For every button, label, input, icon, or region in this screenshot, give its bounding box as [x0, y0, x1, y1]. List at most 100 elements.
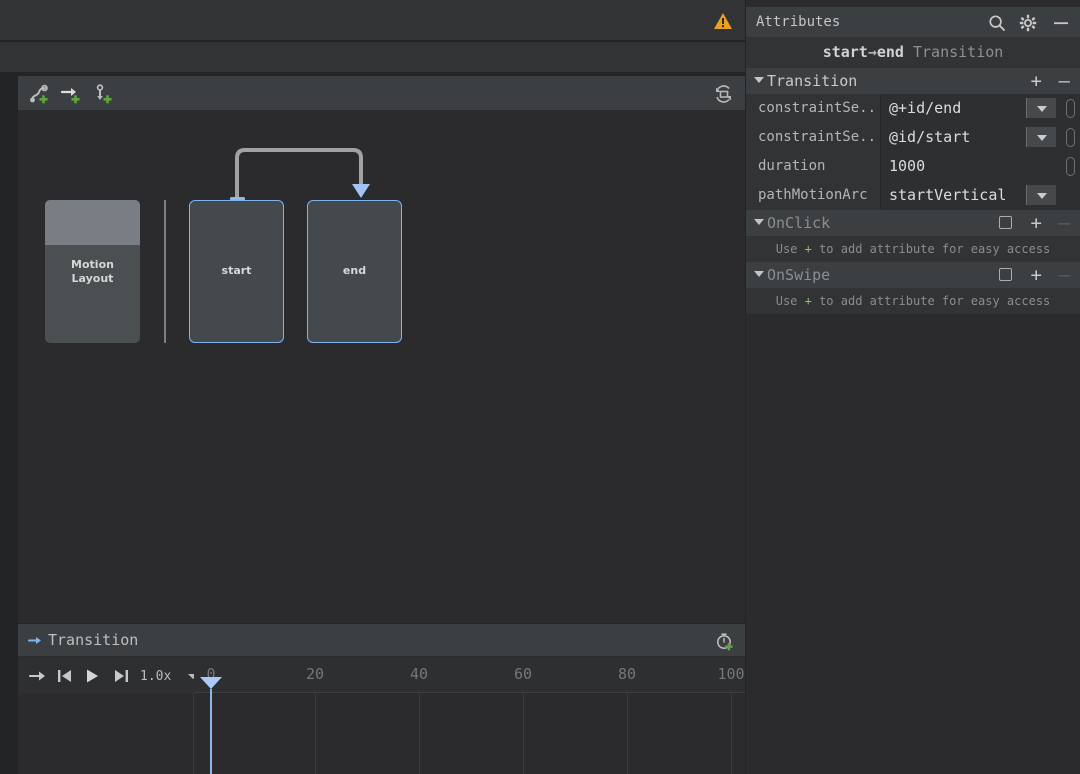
section-header-onclick[interactable]: OnClick + —: [746, 210, 1080, 236]
section-hint: Use + to add attribute for easy access: [746, 236, 1080, 262]
hint-post: to add attribute for easy access: [811, 242, 1051, 256]
jump-to-end-icon[interactable]: [28, 666, 48, 686]
value-indicator-pill[interactable]: [1066, 157, 1075, 176]
timeline-title: Transition: [48, 631, 139, 649]
section-header-onswipe[interactable]: OnSwipe + —: [746, 262, 1080, 288]
remove-attribute-button[interactable]: —: [1059, 70, 1070, 92]
attribute-value: 1000: [889, 157, 926, 175]
attribute-key: pathMotionArc: [758, 187, 868, 203]
attribute-value-cell[interactable]: 1000: [880, 152, 1080, 181]
section-title: OnSwipe: [767, 266, 831, 284]
motion-layout-thumbnail[interactable]: Motion Layout: [45, 200, 140, 343]
section-hint: Use + to add attribute for easy access: [746, 288, 1080, 314]
subtitle-from: start: [822, 43, 868, 61]
section-title: Transition: [767, 72, 858, 90]
add-attribute-button[interactable]: +: [1031, 70, 1042, 92]
subtitle-to: end: [876, 43, 904, 61]
hint-plus-icon: +: [804, 294, 812, 308]
value-indicator-pill[interactable]: [1066, 128, 1075, 147]
attribute-value: @+id/end: [889, 99, 962, 117]
skip-to-end-icon[interactable]: [112, 666, 130, 686]
timeline-track[interactable]: [194, 693, 745, 774]
minimize-icon[interactable]: [1052, 14, 1070, 32]
hint-pre: Use: [775, 242, 805, 256]
playback-speed-label[interactable]: 1.0x: [140, 669, 171, 684]
attribute-row[interactable]: pathMotionArc startVertical: [746, 181, 1080, 210]
ruler-tick-label: 60: [513, 665, 533, 683]
attribute-key: constraintSe...: [758, 129, 876, 145]
timeline-ruler[interactable]: 0 20 40 60 80 100: [194, 657, 745, 693]
stopwatch-plus-icon[interactable]: [715, 631, 735, 651]
add-attribute-button[interactable]: +: [1031, 212, 1042, 234]
attribute-row[interactable]: duration 1000: [746, 152, 1080, 181]
attribute-key: duration: [758, 158, 826, 174]
dropdown-button[interactable]: [1026, 98, 1056, 118]
timeline-gridline: [627, 693, 628, 774]
ruler-tick-label: 40: [409, 665, 429, 683]
hint-pre: Use: [775, 294, 805, 308]
play-icon[interactable]: [82, 666, 102, 686]
value-indicator-pill[interactable]: [1066, 99, 1075, 118]
editor-second-strip: ?: [0, 42, 745, 108]
canvas-divider: [164, 200, 166, 343]
attribute-value: @id/start: [889, 128, 971, 146]
motion-layout-label: Motion Layout: [71, 258, 114, 285]
thumbnail-top-band: [45, 200, 140, 245]
attribute-value-cell[interactable]: @+id/end: [880, 94, 1080, 123]
collapse-caret-icon[interactable]: [754, 77, 764, 83]
add-constraintset-icon[interactable]: [92, 83, 114, 105]
warning-triangle-icon[interactable]: [713, 12, 733, 30]
ruler-tick-label: 20: [305, 665, 325, 683]
sync-refresh-icon[interactable]: [713, 83, 735, 105]
state-label: end: [342, 263, 367, 277]
hint-plus-icon: +: [804, 242, 812, 256]
subtitle-kind: Transition: [913, 43, 1004, 61]
attribute-row[interactable]: constraintSe... @+id/end: [746, 94, 1080, 123]
section-checkbox[interactable]: [999, 268, 1012, 281]
state-box-end[interactable]: end: [307, 200, 402, 343]
add-transition-icon[interactable]: [60, 83, 82, 105]
attribute-key: constraintSe...: [758, 100, 876, 116]
playhead-line: [210, 689, 212, 774]
attributes-panel: Attributes start→end Transition Transiti…: [746, 0, 1080, 774]
add-keyframe-icon[interactable]: [28, 83, 50, 105]
collapse-caret-icon[interactable]: [754, 219, 764, 225]
attribute-row[interactable]: constraintSe... @id/start: [746, 123, 1080, 152]
hint-post: to add attribute for easy access: [811, 294, 1051, 308]
timeline-row-labels: [18, 693, 194, 774]
dropdown-button[interactable]: [1026, 127, 1056, 147]
editor-top-strip: [0, 0, 745, 41]
search-icon[interactable]: [988, 14, 1006, 32]
section-header-transition[interactable]: Transition + —: [746, 68, 1080, 94]
state-box-start[interactable]: start: [189, 200, 284, 343]
timeline-controls: 1.0x: [18, 657, 198, 695]
timeline-gridline: [731, 693, 732, 774]
transition-arrow-icon: [28, 633, 43, 648]
skip-to-start-icon[interactable]: [56, 666, 74, 686]
ruler-tick-label: 100: [717, 665, 745, 683]
collapse-caret-icon[interactable]: [754, 271, 764, 277]
gear-icon[interactable]: [1019, 14, 1037, 32]
dropdown-button[interactable]: [1026, 185, 1056, 205]
motion-editor-window: ?: [0, 0, 1080, 774]
editor-area: ?: [0, 0, 745, 774]
section-title: OnClick: [767, 214, 831, 232]
timeline-gridline: [523, 693, 524, 774]
attributes-panel-header: Attributes: [746, 6, 1080, 37]
playhead-handle[interactable]: [200, 677, 222, 689]
add-attribute-button[interactable]: +: [1031, 264, 1042, 286]
section-checkbox[interactable]: [999, 216, 1012, 229]
design-canvas[interactable]: Motion Layout start end: [18, 110, 745, 623]
attribute-value: startVertical: [889, 186, 1007, 204]
panel-title: Attributes: [756, 14, 841, 30]
timeline-gridline: [315, 693, 316, 774]
subtitle-arrow-icon: →: [867, 43, 877, 61]
ruler-tick-label: 80: [617, 665, 637, 683]
attribute-value-cell[interactable]: startVertical: [880, 181, 1080, 210]
remove-attribute-button: —: [1058, 264, 1070, 286]
motion-toolbar: [18, 76, 745, 110]
timeline-header: Transition: [18, 624, 745, 657]
timeline-gridline: [419, 693, 420, 774]
state-label: start: [221, 263, 252, 277]
attribute-value-cell[interactable]: @id/start: [880, 123, 1080, 152]
